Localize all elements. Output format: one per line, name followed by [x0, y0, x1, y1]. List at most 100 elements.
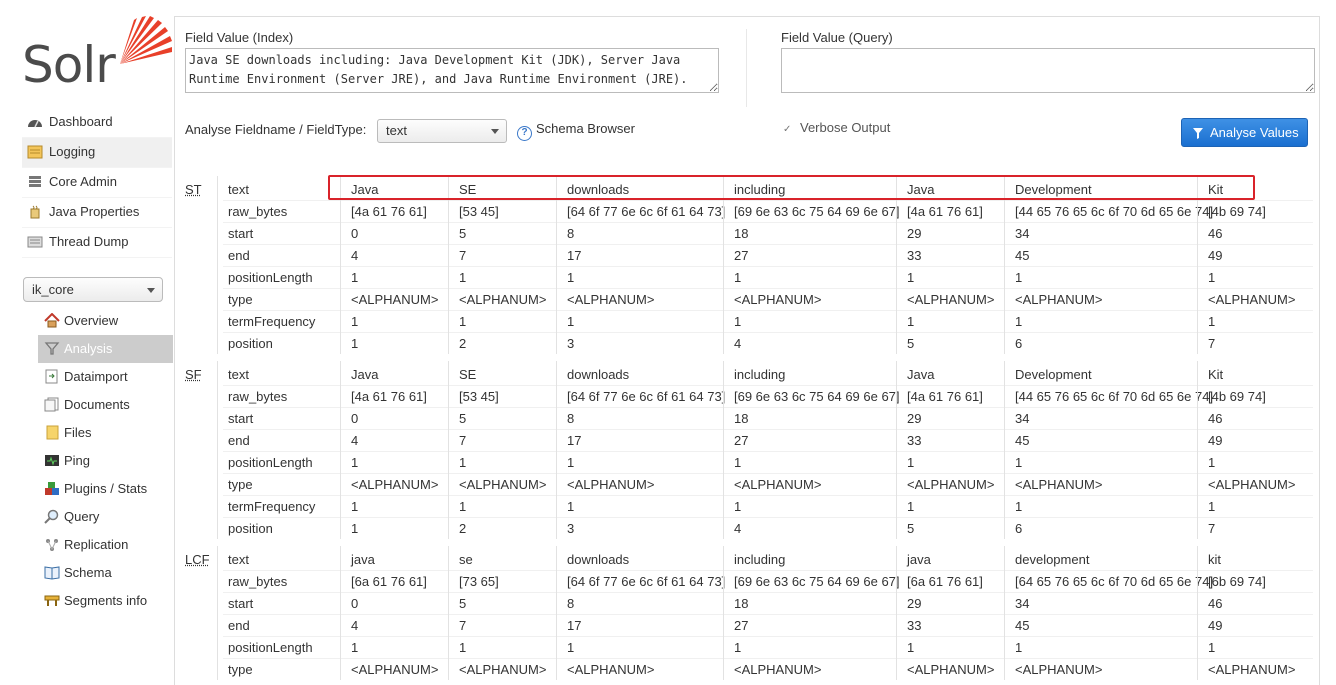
token-attribute: 49 [1208, 433, 1223, 448]
token-attribute: [73 65] [459, 574, 499, 589]
token-attribute: 0 [351, 596, 359, 611]
filter-icon [44, 342, 60, 355]
token-attribute: 1 [734, 455, 742, 470]
row-label: text [228, 552, 249, 567]
token-attribute: 5 [907, 521, 915, 536]
token-attribute: 1 [351, 314, 359, 329]
core-nav-plugins-stats[interactable]: Plugins / Stats [38, 475, 173, 503]
token-attribute: 1 [907, 455, 915, 470]
token-attribute: 18 [734, 226, 749, 241]
token-column: kit [6b 69 74] 46 49 1 <ALPHANUM> [1197, 546, 1305, 680]
core-nav-label: Ping [64, 453, 91, 468]
nav-dashboard[interactable]: Dashboard [22, 108, 172, 138]
token-text: Java [907, 182, 935, 197]
verbose-output-label: Verbose Output [800, 120, 891, 135]
core-nav-overview[interactable]: Overview [38, 307, 173, 335]
core-nav-dataimport[interactable]: Dataimport [38, 363, 173, 391]
core-nav-replication[interactable]: Replication [38, 531, 173, 559]
token-attribute: 7 [459, 618, 467, 633]
ping-icon [45, 455, 59, 466]
row-label: text [228, 182, 249, 197]
row-label: positionLength [228, 640, 313, 655]
schema-icon [44, 566, 60, 580]
token-attribute: <ALPHANUM> [567, 477, 655, 492]
token-attribute: 1 [1015, 270, 1023, 285]
core-nav-documents[interactable]: Documents [38, 391, 173, 419]
solr-logo[interactable]: Solr [22, 14, 172, 90]
token-column: Kit [4b 69 74] 46 49 1 <ALPHANUM> 1 7 [1197, 176, 1305, 354]
nav-java-properties[interactable]: Java Properties [22, 198, 172, 228]
replication-icon [46, 539, 58, 551]
core-nav-segments-info[interactable]: Segments info [38, 587, 173, 615]
core-admin-icon [29, 176, 41, 187]
thread-dump-icon [27, 236, 43, 248]
token-attribute: 1 [907, 314, 915, 329]
token-column: including [69 6e 63 6c 75 64 69 6e 67] 18 2… [723, 361, 900, 539]
analyse-values-button[interactable]: Analyse Values [1181, 118, 1308, 147]
token-attribute: 27 [734, 618, 749, 633]
core-nav-analysis[interactable]: Analysis [38, 335, 173, 363]
row-label: type [228, 662, 253, 677]
core-nav-ping[interactable]: Ping [38, 447, 173, 475]
logging-icon [27, 145, 43, 159]
token-text: Java [351, 182, 379, 197]
row-label: type [228, 477, 253, 492]
row-label: position [228, 336, 273, 351]
nav-label: Thread Dump [49, 234, 129, 249]
schema-browser-link[interactable]: ? Schema Browser [517, 121, 635, 141]
token-attribute: 1 [907, 499, 915, 514]
stage-abbr[interactable]: ST [185, 182, 202, 197]
verbose-output-toggle[interactable]: ✓ Verbose Output [783, 120, 890, 135]
stage-abbr[interactable]: LCF [185, 552, 210, 567]
token-attribute: <ALPHANUM> [1015, 477, 1103, 492]
token-attribute: 33 [907, 433, 922, 448]
core-nav-label: Documents [64, 397, 130, 412]
field-value-query-input[interactable] [781, 48, 1315, 93]
token-attribute: 7 [1208, 521, 1216, 536]
token-attribute: 18 [734, 596, 749, 611]
token-attribute: <ALPHANUM> [734, 662, 822, 677]
token-column: downloads [64 6f 77 6e 6c 6f 61 64 73] 8 17… [556, 176, 725, 354]
token-attribute: <ALPHANUM> [907, 662, 995, 677]
token-text: development [1015, 552, 1090, 567]
core-selector[interactable]: ik_core [23, 277, 163, 302]
token-text: downloads [567, 552, 630, 567]
token-attribute: [44 65 76 65 6c 6f 70 6d 65 6e 74] [1015, 389, 1214, 404]
nav-logging[interactable]: Logging [22, 138, 172, 168]
token-attribute: 1 [351, 521, 359, 536]
token-attribute: 2 [459, 336, 467, 351]
core-nav-files[interactable]: Files [38, 419, 173, 447]
token-attribute: 34 [1015, 226, 1030, 241]
token-attribute: 3 [567, 336, 575, 351]
token-attribute: 7 [1208, 336, 1216, 351]
core-selector-value: ik_core [32, 282, 74, 297]
token-attribute: 4 [734, 336, 742, 351]
field-value-index-input[interactable]: Java SE downloads including: Java Develo… [185, 48, 719, 93]
fieldtype-select[interactable]: text [377, 119, 507, 143]
token-attribute: 8 [567, 596, 575, 611]
token-column: development [64 65 76 65 6c 6f 70 6d 65 6… [1004, 546, 1213, 680]
token-attribute: [4a 61 76 61] [351, 389, 427, 404]
token-attribute: <ALPHANUM> [459, 477, 547, 492]
token-attribute: <ALPHANUM> [1015, 662, 1103, 677]
token-column: se [73 65] 5 7 1 <ALPHANUM> [448, 546, 556, 680]
token-attribute: <ALPHANUM> [459, 292, 547, 307]
core-nav-schema[interactable]: Schema [38, 559, 173, 587]
stage-abbr[interactable]: SF [185, 367, 202, 382]
token-attribute: [6a 61 76 61] [907, 574, 983, 589]
nav-thread-dump[interactable]: Thread Dump [22, 228, 172, 258]
solr-sun-icon [120, 16, 172, 64]
token-attribute: 49 [1208, 248, 1223, 263]
token-attribute: 8 [567, 411, 575, 426]
token-attribute: 3 [567, 521, 575, 536]
token-attribute: 17 [567, 618, 582, 633]
token-text: including [734, 367, 786, 382]
token-attribute: 46 [1208, 596, 1223, 611]
core-nav-query[interactable]: Query [38, 503, 173, 531]
core-nav-label: Replication [64, 537, 129, 552]
token-column: Development [44 65 76 65 6c 6f 70 6d 65 6… [1004, 176, 1213, 354]
token-text: java [351, 552, 375, 567]
token-attribute: <ALPHANUM> [1208, 292, 1296, 307]
row-label: end [228, 433, 250, 448]
nav-core-admin[interactable]: Core Admin [22, 168, 172, 198]
